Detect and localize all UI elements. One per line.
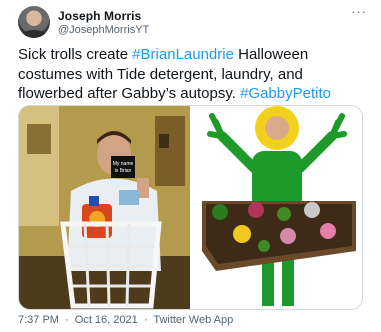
tweet-time[interactable]: 7:37 PM	[18, 314, 59, 326]
media-photo-flowerbed-costume[interactable]	[190, 106, 362, 309]
footer-separator: ·	[143, 314, 148, 326]
tweet-date[interactable]: Oct 16, 2021	[75, 314, 138, 326]
tweet-footer: 7:37 PM · Oct 16, 2021 · Twitter Web App	[18, 314, 236, 326]
media-photo-laundry-costume[interactable]: My name is Brian	[19, 106, 190, 309]
hashtag-brianlaundrie[interactable]: #BrianLaundrie	[132, 46, 234, 63]
more-options-icon[interactable]: ···	[351, 4, 367, 19]
tweet-source[interactable]: Twitter Web App	[153, 314, 233, 326]
tweet-card: Joseph Morris @JosephMorrisYT ··· Sick t…	[0, 0, 381, 332]
flowerbed-costume-photo	[192, 106, 362, 309]
hashtag-gabbypetito[interactable]: #GabbyPetito	[240, 85, 331, 102]
author-avatar[interactable]	[18, 6, 50, 38]
tweet-text: Sick trolls create #BrianLaundrie Hallow…	[18, 45, 368, 104]
laundry-costume-photo: My name is Brian	[19, 106, 190, 309]
svg-text:is Brian: is Brian	[115, 168, 132, 174]
tweet-media[interactable]: My name is Brian	[18, 105, 363, 310]
author-name[interactable]: Joseph Morris	[58, 9, 141, 23]
footer-separator: ·	[65, 314, 69, 326]
sign-text: My name	[113, 161, 134, 167]
tweet-text-part: Sick trolls create	[18, 46, 133, 63]
author-handle[interactable]: @JosephMorrisYT	[58, 24, 149, 36]
